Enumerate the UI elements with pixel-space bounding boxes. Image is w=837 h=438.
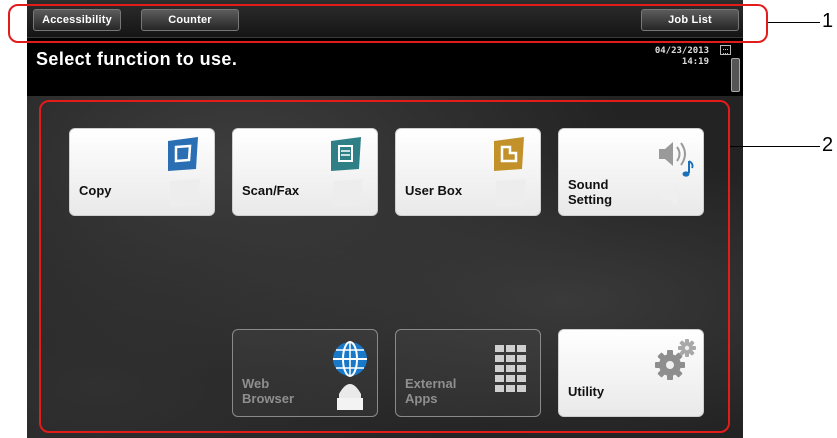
callout-line-2 (730, 146, 820, 147)
callout-number-2: 2 (822, 134, 834, 156)
header: Select function to use. 04/23/2013 14:19 (27, 38, 743, 96)
callout-frame-2 (39, 100, 730, 433)
date-text: 04/23/2013 (654, 46, 709, 56)
page-title: Select function to use. (36, 49, 238, 69)
scroll-indicator[interactable] (731, 58, 740, 92)
callout-frame-1 (8, 4, 768, 43)
date-time: 04/23/2013 14:19 (617, 46, 709, 68)
callout-number-1: 1 (822, 10, 834, 32)
callout-line-1 (768, 22, 820, 23)
status-icon (720, 45, 731, 55)
time-text: 14:19 (681, 57, 709, 67)
